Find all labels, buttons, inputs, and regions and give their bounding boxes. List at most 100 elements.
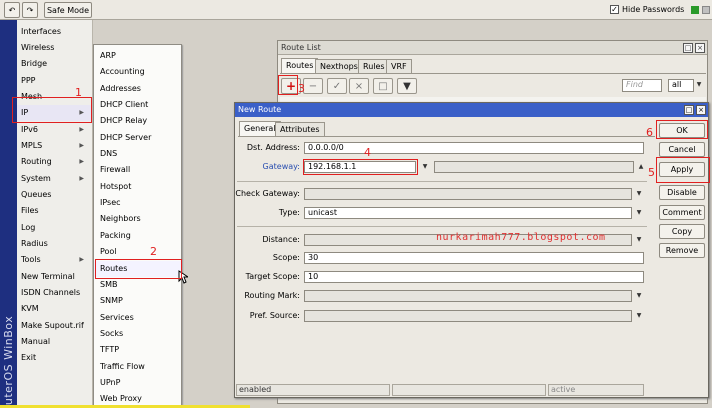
submenu-item-packing[interactable]: Packing	[94, 228, 181, 244]
close-icon[interactable]: ×	[696, 105, 706, 115]
close-icon[interactable]: ×	[695, 43, 705, 53]
submenu-item-accounting[interactable]: Accounting	[94, 64, 181, 80]
chevron-right-icon: ▶	[79, 158, 84, 165]
cancel-button[interactable]: Cancel	[659, 142, 705, 157]
sidebar-item-kvm[interactable]: KVM	[17, 301, 92, 317]
sidebar-item-wireless[interactable]: Wireless	[17, 40, 92, 56]
top-toolbar: ↶ ↷ Safe Mode ✓ Hide Passwords	[0, 0, 712, 20]
submenu-item-dhcp-server[interactable]: DHCP Server	[94, 130, 181, 146]
submenu-item-neighbors[interactable]: Neighbors	[94, 211, 181, 227]
sidebar-item-interfaces[interactable]: Interfaces	[17, 24, 92, 40]
submenu-item-addresses[interactable]: Addresses	[94, 81, 181, 97]
copy-button[interactable]: Copy	[659, 224, 705, 239]
sidebar-item-exit[interactable]: Exit	[17, 350, 92, 366]
plus-icon: +	[285, 79, 297, 93]
submenu-item-hotspot[interactable]: Hotspot	[94, 179, 181, 195]
submenu-item-upnp[interactable]: UPnP	[94, 375, 181, 391]
pref-source-select[interactable]	[304, 310, 632, 322]
watermark-text: nurkarimah777.blogspot.com	[436, 232, 606, 243]
tab-vrf[interactable]: VRF	[386, 59, 412, 73]
chevron-right-icon: ▶	[79, 256, 84, 263]
submenu-item-firewall[interactable]: Firewall	[94, 162, 181, 178]
routing-mark-select[interactable]	[304, 290, 632, 302]
chevron-down-icon[interactable]: ▼	[634, 188, 644, 200]
sidebar-item-log[interactable]: Log	[17, 220, 92, 236]
submenu-item-socks[interactable]: Socks	[94, 326, 181, 342]
comment-route-button[interactable]: □	[373, 78, 393, 94]
submenu-item-services[interactable]: Services	[94, 310, 181, 326]
brand-bar: RouterOS WinBox	[0, 20, 17, 408]
sidebar-item-routing[interactable]: Routing ▶	[17, 154, 92, 170]
sidebar-item-manual[interactable]: Manual	[17, 334, 92, 350]
tab-routes[interactable]: Routes	[281, 58, 319, 73]
remove-route-button[interactable]: −	[303, 78, 323, 94]
status-enabled: enabled	[236, 384, 390, 396]
filter-select[interactable]: all	[668, 79, 694, 92]
disable-button[interactable]: Disable	[659, 185, 705, 200]
sidebar-item-system[interactable]: System ▶	[17, 171, 92, 187]
submenu-item-snmp[interactable]: SNMP	[94, 293, 181, 309]
sidebar-item-bridge[interactable]: Bridge	[17, 56, 92, 72]
submenu-item-smb[interactable]: SMB	[94, 277, 181, 293]
maximize-icon[interactable]: □	[684, 105, 694, 115]
sidebar-item-ipv6[interactable]: IPv6 ▶	[17, 122, 92, 138]
tab-attributes[interactable]: Attributes	[275, 122, 325, 136]
submenu-item-routes[interactable]: Routes	[94, 261, 181, 277]
sidebar-item-new-terminal[interactable]: New Terminal	[17, 269, 92, 285]
tab-nexthops[interactable]: Nexthops	[315, 59, 363, 73]
sidebar-item-queues[interactable]: Queues	[17, 187, 92, 203]
status-empty	[392, 384, 546, 396]
sidebar-item-mpls[interactable]: MPLS ▶	[17, 138, 92, 154]
filter-icon: ▼	[403, 80, 411, 92]
redo-icon: ↷	[26, 5, 34, 15]
distance-label: Distance:	[262, 235, 300, 244]
scope-input[interactable]: 30	[304, 252, 644, 264]
submenu-item-tftp[interactable]: TFTP	[94, 342, 181, 358]
chevron-right-icon: ▶	[79, 175, 84, 182]
dst-address-label: Dst. Address:	[246, 143, 300, 152]
sidebar-item-ip[interactable]: IP ▶	[17, 105, 92, 121]
hide-passwords-toggle[interactable]: ✓ Hide Passwords	[610, 5, 711, 14]
disable-route-button[interactable]: ×	[349, 78, 369, 94]
chevron-down-icon[interactable]: ▼	[634, 234, 644, 246]
sidebar-item-radius[interactable]: Radius	[17, 236, 92, 252]
gateway-dropdown-icon[interactable]: ▼	[420, 161, 430, 173]
target-scope-input[interactable]: 10	[304, 271, 644, 283]
enable-route-button[interactable]: ✓	[327, 78, 347, 94]
gateway-label: Gateway:	[262, 162, 300, 171]
submenu-item-traffic-flow[interactable]: Traffic Flow	[94, 359, 181, 375]
sidebar-item-make-supout[interactable]: Make Supout.rif	[17, 318, 92, 334]
submenu-item-pool[interactable]: Pool	[94, 244, 181, 260]
safe-mode-button[interactable]: Safe Mode	[44, 2, 92, 18]
apply-button[interactable]: Apply	[659, 162, 705, 177]
tab-rules[interactable]: Rules	[358, 59, 390, 73]
redo-button[interactable]: ↷	[22, 2, 38, 18]
type-select[interactable]: unicast	[304, 207, 632, 219]
chevron-down-icon[interactable]: ▼	[634, 207, 644, 219]
gateway-add-icon[interactable]: ▲	[636, 161, 646, 173]
sidebar-item-tools[interactable]: Tools ▶	[17, 252, 92, 268]
sidebar-item-isdn-channels[interactable]: ISDN Channels	[17, 285, 92, 301]
chevron-down-icon[interactable]: ▼	[634, 310, 644, 322]
ok-button[interactable]: OK	[659, 123, 705, 138]
undo-button[interactable]: ↶	[4, 2, 20, 18]
remove-button[interactable]: Remove	[659, 243, 705, 258]
chevron-down-icon[interactable]: ▼	[634, 290, 644, 302]
submenu-item-dhcp-client[interactable]: DHCP Client	[94, 97, 181, 113]
check-gateway-select[interactable]	[304, 188, 632, 200]
maximize-icon[interactable]: □	[683, 43, 693, 53]
hide-passwords-checkbox[interactable]: ✓	[610, 5, 619, 14]
dst-address-input[interactable]: 0.0.0.0/0	[304, 142, 644, 154]
status-active: active	[548, 384, 644, 396]
brand-text: RouterOS WinBox	[2, 315, 15, 408]
submenu-item-dns[interactable]: DNS	[94, 146, 181, 162]
comment-button[interactable]: Comment	[659, 205, 705, 220]
sidebar-item-files[interactable]: Files	[17, 203, 92, 219]
filter-button[interactable]: ▼	[397, 78, 417, 94]
chevron-down-icon[interactable]: ▼	[694, 79, 704, 91]
submenu-item-dhcp-relay[interactable]: DHCP Relay	[94, 113, 181, 129]
submenu-item-ipsec[interactable]: IPsec	[94, 195, 181, 211]
find-input[interactable]: Find	[622, 79, 662, 92]
gateway-input[interactable]: 192.168.1.1	[304, 161, 416, 173]
submenu-item-arp[interactable]: ARP	[94, 48, 181, 64]
